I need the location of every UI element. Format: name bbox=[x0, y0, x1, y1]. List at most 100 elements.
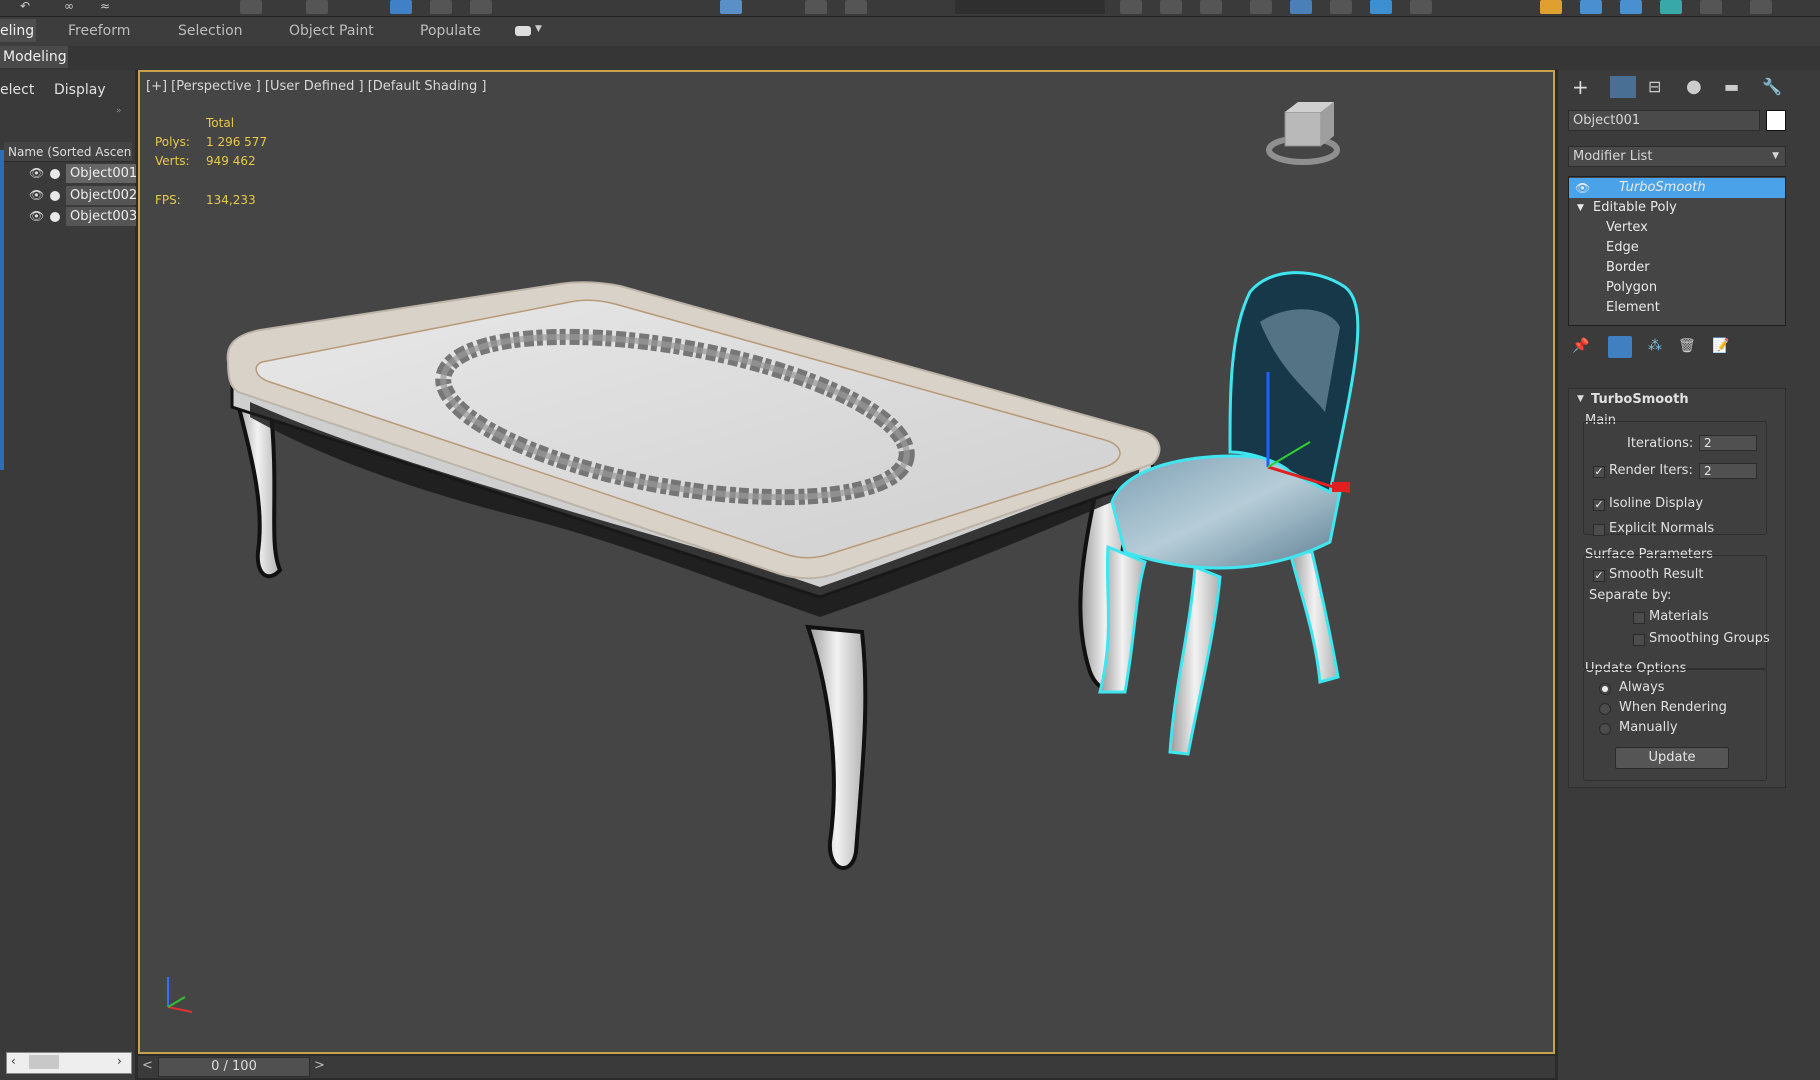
always-radio[interactable] bbox=[1599, 683, 1611, 695]
angle-snap-icon[interactable] bbox=[805, 0, 827, 14]
object-name-field[interactable]: Object001 bbox=[1568, 110, 1760, 131]
explicit-normals-checkbox[interactable] bbox=[1593, 524, 1605, 536]
prev-frame-icon[interactable]: < bbox=[142, 1058, 153, 1073]
scroll-right-icon[interactable]: › bbox=[117, 1054, 122, 1068]
motion-tab-icon[interactable]: ● bbox=[1686, 76, 1712, 98]
create-tab-icon[interactable]: + bbox=[1572, 76, 1598, 98]
table-model[interactable] bbox=[226, 281, 1161, 870]
render-iters-spinner[interactable]: 2 bbox=[1699, 463, 1757, 479]
render-icon[interactable] bbox=[1580, 0, 1602, 14]
remove-modifier-icon[interactable]: 🗑 bbox=[1678, 338, 1696, 354]
rollout-collapse-icon[interactable]: ▼ bbox=[1577, 394, 1584, 404]
unlink-icon[interactable]: ≈ bbox=[100, 0, 122, 14]
name-column-header[interactable]: Name (Sorted Ascen bbox=[4, 142, 132, 162]
isoline-display-checkbox[interactable]: ✓ bbox=[1593, 499, 1605, 511]
stack-item-polygon[interactable]: Polygon bbox=[1569, 278, 1785, 298]
mirror-icon[interactable] bbox=[1120, 0, 1142, 14]
next-frame-icon[interactable]: > bbox=[314, 1058, 325, 1073]
modifier-list-dropdown[interactable]: Modifier List ▼ bbox=[1568, 146, 1786, 167]
stack-item-vertex[interactable]: Vertex bbox=[1569, 218, 1785, 238]
freeze-dot-icon[interactable] bbox=[50, 169, 60, 179]
materials-checkbox[interactable] bbox=[1633, 612, 1645, 624]
viewcube-icon[interactable] bbox=[1266, 102, 1340, 165]
snap-icon[interactable] bbox=[720, 0, 742, 14]
tab-populate[interactable]: Populate bbox=[420, 23, 481, 39]
ribbon-toggle-icon[interactable] bbox=[1250, 0, 1272, 14]
configure-modifier-sets-icon[interactable]: 📝 bbox=[1712, 338, 1729, 354]
rollout-title[interactable]: TurboSmooth bbox=[1591, 392, 1689, 407]
visibility-eye-icon[interactable]: 👁 bbox=[29, 189, 44, 201]
stack-item-editable-poly[interactable]: ▼ Editable Poly bbox=[1569, 198, 1785, 218]
object-name[interactable]: Object003 bbox=[66, 207, 136, 226]
expand-chevron-icon[interactable]: » bbox=[116, 106, 122, 116]
chevron-down-icon[interactable]: ▼ bbox=[535, 24, 542, 34]
stack-item-element[interactable]: Element bbox=[1569, 298, 1785, 318]
region-select-icon[interactable] bbox=[306, 0, 328, 14]
render-frame-icon[interactable] bbox=[1540, 0, 1562, 14]
chair-model[interactable] bbox=[1098, 271, 1360, 756]
tab-select[interactable]: elect bbox=[0, 82, 34, 98]
render-iters-checkbox[interactable]: ✓ bbox=[1593, 466, 1605, 478]
manually-radio[interactable] bbox=[1599, 723, 1611, 735]
scene-render[interactable] bbox=[140, 72, 1553, 1052]
smoothing-groups-checkbox[interactable] bbox=[1633, 634, 1645, 646]
curve-editor-icon[interactable] bbox=[1290, 0, 1312, 14]
render-online-icon[interactable] bbox=[1660, 0, 1682, 14]
layer-manager-icon[interactable] bbox=[1200, 0, 1222, 14]
rotate-icon[interactable] bbox=[430, 0, 452, 14]
light-bulb-icon[interactable]: 👁 bbox=[1575, 178, 1590, 198]
modifier-stack[interactable]: 👁 TurboSmooth ▼ Editable Poly Vertex Edg… bbox=[1568, 176, 1786, 326]
scale-icon[interactable] bbox=[470, 0, 492, 14]
freeze-dot-icon[interactable] bbox=[50, 191, 60, 201]
make-unique-icon[interactable]: ⁂ bbox=[1648, 338, 1662, 354]
display-tab-icon[interactable]: ▬ bbox=[1724, 76, 1750, 98]
pin-stack-icon[interactable]: 📌 bbox=[1572, 338, 1589, 354]
tab-selection[interactable]: Selection bbox=[178, 23, 243, 39]
stack-item-border[interactable]: Border bbox=[1569, 258, 1785, 278]
object-name[interactable]: Object001 bbox=[66, 164, 136, 183]
select-move-icon[interactable] bbox=[390, 0, 412, 14]
visibility-eye-icon[interactable]: 👁 bbox=[29, 167, 44, 179]
percent-snap-icon[interactable] bbox=[845, 0, 867, 14]
scroll-left-icon[interactable]: ‹ bbox=[11, 1054, 16, 1068]
object-color-swatch[interactable] bbox=[1766, 110, 1786, 131]
material-editor-icon[interactable] bbox=[1370, 0, 1392, 14]
visibility-eye-icon[interactable]: 👁 bbox=[29, 210, 44, 222]
utilities-tab-icon[interactable]: 🔧 bbox=[1762, 76, 1788, 98]
update-button[interactable]: Update bbox=[1615, 747, 1729, 769]
hierarchy-tab-icon[interactable]: ⊟ bbox=[1648, 76, 1674, 98]
freeze-dot-icon[interactable] bbox=[50, 212, 60, 222]
time-slider-thumb[interactable]: 0 / 100 bbox=[158, 1057, 310, 1077]
link-icon[interactable]: ∞ bbox=[64, 0, 86, 14]
list-item[interactable]: 👁 Object003 bbox=[0, 207, 136, 227]
undo-icon[interactable]: ↶ bbox=[20, 0, 42, 14]
list-item[interactable]: 👁 Object002 bbox=[0, 186, 136, 206]
ribbon-options-icon[interactable] bbox=[515, 26, 531, 36]
show-end-result-icon[interactable] bbox=[1608, 336, 1632, 358]
scroll-thumb[interactable] bbox=[29, 1055, 59, 1069]
iterations-spinner[interactable]: 2 bbox=[1699, 435, 1757, 451]
select-object-icon[interactable] bbox=[240, 0, 262, 14]
named-selection-icon[interactable] bbox=[955, 0, 1105, 14]
tab-freeform[interactable]: Freeform bbox=[68, 23, 130, 39]
align-icon[interactable] bbox=[1160, 0, 1182, 14]
expand-triangle-icon[interactable]: ▼ bbox=[1577, 198, 1584, 218]
tab-modeling[interactable]: eling bbox=[0, 19, 36, 42]
stack-item-edge[interactable]: Edge bbox=[1569, 238, 1785, 258]
render-setup-icon[interactable] bbox=[1410, 0, 1432, 14]
list-item[interactable]: 👁 Object001 bbox=[0, 164, 136, 184]
tab-display[interactable]: Display bbox=[54, 82, 106, 98]
render-production-icon[interactable] bbox=[1620, 0, 1642, 14]
a360-icon[interactable] bbox=[1700, 0, 1722, 14]
when-rendering-radio[interactable] bbox=[1599, 703, 1611, 715]
workspace-icon[interactable] bbox=[1750, 0, 1772, 14]
modify-tab-icon[interactable] bbox=[1610, 76, 1636, 98]
object-name[interactable]: Object002 bbox=[66, 186, 136, 205]
tab-object-paint[interactable]: Object Paint bbox=[289, 23, 374, 39]
perspective-viewport[interactable]: [+] [Perspective ] [User Defined ] [Defa… bbox=[138, 70, 1555, 1054]
modeling-panel-label[interactable]: Modeling bbox=[0, 46, 68, 68]
schematic-view-icon[interactable] bbox=[1330, 0, 1352, 14]
explorer-scrollbar[interactable]: ‹ › bbox=[6, 1052, 132, 1074]
stack-item-turbosmooth[interactable]: 👁 TurboSmooth bbox=[1569, 178, 1785, 198]
smooth-result-checkbox[interactable]: ✓ bbox=[1593, 570, 1605, 582]
